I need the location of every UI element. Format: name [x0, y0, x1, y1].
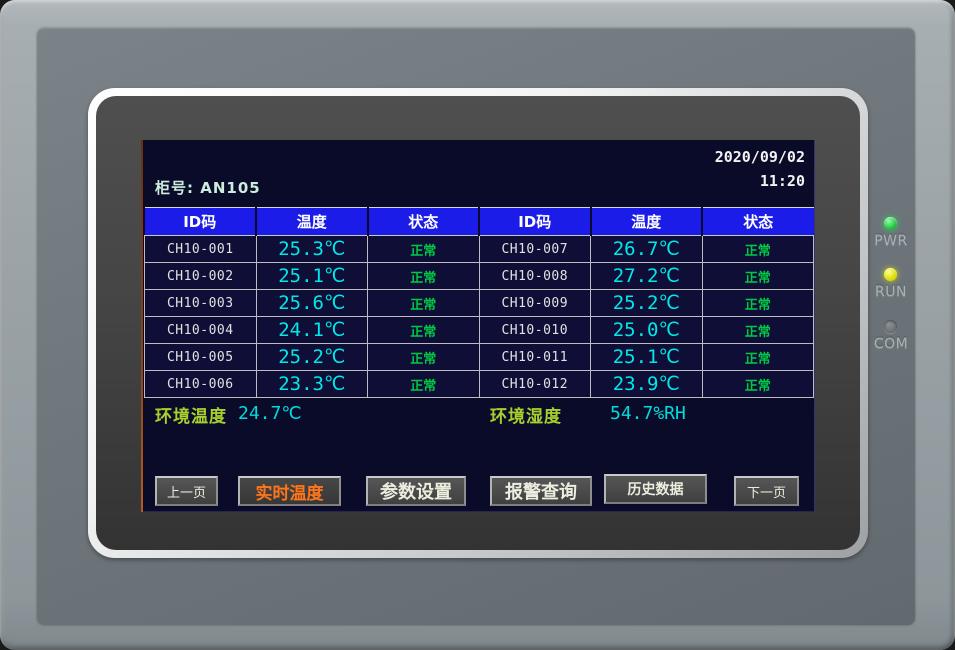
channel-temp: 25.3℃: [256, 236, 368, 263]
next-page-button[interactable]: 下一页: [734, 476, 799, 506]
hmi-device-chassis: 2020/09/02 11:20 柜号: AN105 ID码 温度 状态 ID码…: [0, 0, 955, 650]
col-header-status-left: 状态: [368, 208, 480, 236]
col-header-status-right: 状态: [702, 208, 814, 236]
datetime-block: 2020/09/02 11:20: [715, 145, 805, 193]
channel-temp: 25.0℃: [591, 317, 703, 344]
parameter-settings-button[interactable]: 参数设置: [366, 476, 466, 506]
col-header-temp-right: 温度: [591, 208, 703, 236]
table-row: CH10-003 25.6℃ 正常 CH10-009 25.2℃ 正常: [145, 290, 814, 317]
power-led-label: PWR: [868, 233, 914, 249]
table-row: CH10-001 25.3℃ 正常 CH10-007 26.7℃ 正常: [145, 236, 814, 263]
realtime-temp-button[interactable]: 实时温度: [238, 476, 341, 506]
channel-temp: 25.1℃: [591, 344, 703, 371]
channel-id: CH10-007: [479, 236, 591, 263]
channel-id: CH10-004: [145, 317, 257, 344]
table-row: CH10-006 23.3℃ 正常 CH10-012 23.9℃ 正常: [145, 371, 814, 398]
channel-status: 正常: [702, 236, 814, 263]
channel-status: 正常: [368, 236, 480, 263]
com-led: [884, 320, 897, 333]
channel-temp: 24.1℃: [256, 317, 368, 344]
screen-left-glow: [141, 140, 143, 512]
ambient-humidity-value: 54.7%RH: [610, 403, 686, 424]
channel-temp: 23.3℃: [256, 371, 368, 398]
channel-id: CH10-001: [145, 236, 257, 263]
channel-id: CH10-012: [479, 371, 591, 398]
channel-temp: 23.9℃: [591, 371, 703, 398]
com-led-label: COM: [868, 336, 914, 352]
channel-status: 正常: [368, 290, 480, 317]
channel-id: CH10-011: [479, 344, 591, 371]
channel-status: 正常: [702, 263, 814, 290]
channel-temp: 25.1℃: [256, 263, 368, 290]
table-row: CH10-004 24.1℃ 正常 CH10-010 25.0℃ 正常: [145, 317, 814, 344]
col-header-id-right: ID码: [479, 208, 591, 236]
channel-id: CH10-003: [145, 290, 257, 317]
table-row: CH10-005 25.2℃ 正常 CH10-011 25.1℃ 正常: [145, 344, 814, 371]
history-data-button[interactable]: 历史数据: [604, 474, 707, 504]
prev-page-button[interactable]: 上一页: [155, 476, 218, 506]
ambient-humidity-label: 环境湿度: [490, 402, 562, 427]
channel-status: 正常: [702, 344, 814, 371]
channel-temp: 27.2℃: [591, 263, 703, 290]
cabinet-label: 柜号: AN105: [155, 177, 261, 198]
channel-id: CH10-008: [479, 263, 591, 290]
table-row: CH10-002 25.1℃ 正常 CH10-008 27.2℃ 正常: [145, 263, 814, 290]
channel-id: CH10-006: [145, 371, 257, 398]
date-display: 2020/09/02: [715, 145, 805, 169]
power-led: [884, 217, 897, 230]
ambient-temp-value: 24.7℃: [238, 403, 302, 424]
channel-id: CH10-002: [145, 263, 257, 290]
channel-id: CH10-009: [479, 290, 591, 317]
alarm-query-button[interactable]: 报警查询: [490, 476, 592, 506]
col-header-temp-left: 温度: [256, 208, 368, 236]
table-header-row: ID码 温度 状态 ID码 温度 状态: [145, 208, 814, 236]
channel-status: 正常: [702, 290, 814, 317]
channel-id: CH10-010: [479, 317, 591, 344]
run-led-label: RUN: [868, 284, 914, 300]
temperature-monitor-table: ID码 温度 状态 ID码 温度 状态 CH10-001 25.3℃ 正常 CH…: [144, 207, 814, 398]
channel-status: 正常: [368, 317, 480, 344]
channel-temp: 25.2℃: [256, 344, 368, 371]
channel-temp: 25.6℃: [256, 290, 368, 317]
channel-status: 正常: [368, 371, 480, 398]
screenshot-stage: 2020/09/02 11:20 柜号: AN105 ID码 温度 状态 ID码…: [0, 0, 955, 650]
lcd-screen: 2020/09/02 11:20 柜号: AN105 ID码 温度 状态 ID码…: [143, 140, 815, 512]
col-header-id-left: ID码: [145, 208, 257, 236]
channel-id: CH10-005: [145, 344, 257, 371]
run-led: [884, 268, 897, 281]
channel-temp: 25.2℃: [591, 290, 703, 317]
channel-status: 正常: [368, 344, 480, 371]
channel-temp: 26.7℃: [591, 236, 703, 263]
channel-status: 正常: [368, 263, 480, 290]
channel-status: 正常: [702, 371, 814, 398]
time-display: 11:20: [715, 169, 805, 193]
ambient-temp-label: 环境温度: [155, 402, 227, 427]
channel-status: 正常: [702, 317, 814, 344]
